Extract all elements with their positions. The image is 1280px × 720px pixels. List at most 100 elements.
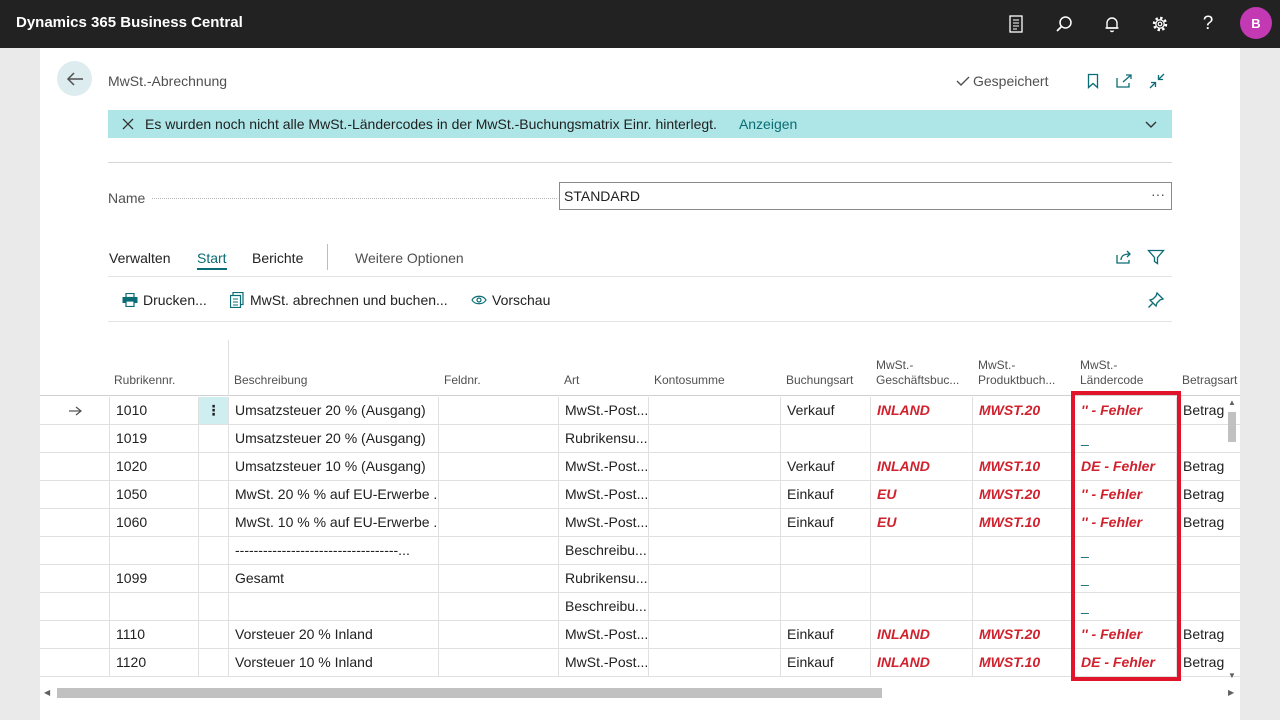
cell-produktbuchungsgruppe[interactable]: MWST.10 [972, 509, 1074, 536]
cell-rubrikennr[interactable]: 1099 [109, 565, 199, 592]
cell-rubrikennr[interactable]: 1050 [109, 481, 199, 508]
cell-rubrikennr[interactable]: 1110 [109, 621, 199, 648]
cell-art[interactable]: MwSt.-Post... [558, 509, 648, 536]
cell-produktbuchungsgruppe[interactable]: MWST.10 [972, 649, 1074, 676]
cell-geschaeftsbuchungsgruppe[interactable] [870, 593, 972, 620]
cell-laendercode[interactable]: DE - Fehler [1074, 453, 1176, 480]
row-menu[interactable]: ⋮ [198, 397, 228, 424]
cell-laendercode[interactable]: _ [1074, 565, 1176, 592]
cell-art[interactable]: Rubrikensu... [558, 425, 648, 452]
cell-rubrikennr[interactable]: 1120 [109, 649, 199, 676]
filter-icon[interactable] [1145, 246, 1167, 268]
cell-feldnr[interactable] [438, 593, 558, 620]
cell-rubrikennr[interactable] [109, 537, 199, 564]
cell-feldnr[interactable] [438, 537, 558, 564]
row-indicator[interactable] [40, 565, 110, 592]
bookmark-icon[interactable] [1082, 70, 1104, 92]
lookup-button[interactable]: ··· [1151, 186, 1165, 202]
row-menu[interactable] [198, 453, 228, 480]
row-indicator[interactable] [40, 621, 110, 648]
cell-beschreibung[interactable]: Gesamt [228, 565, 438, 592]
cell-beschreibung[interactable]: Umsatzsteuer 20 % (Ausgang) [228, 397, 438, 424]
cell-kontosumme[interactable] [648, 593, 780, 620]
cell-kontosumme[interactable] [648, 509, 780, 536]
cell-art[interactable]: Beschreibu... [558, 537, 648, 564]
cell-laendercode[interactable]: '' - Fehler [1074, 621, 1176, 648]
tab-berichte[interactable]: Berichte [252, 250, 303, 266]
cell-beschreibung[interactable]: Vorsteuer 20 % Inland [228, 621, 438, 648]
scroll-up-arrow-icon[interactable]: ▲ [1228, 398, 1236, 407]
table-row[interactable]: 1120 Vorsteuer 10 % Inland MwSt.-Post... Ei… [40, 649, 1240, 677]
cell-feldnr[interactable] [438, 397, 558, 424]
cell-produktbuchungsgruppe[interactable] [972, 565, 1074, 592]
more-options-icon[interactable]: ⋮ [207, 402, 221, 418]
row-indicator[interactable] [40, 425, 110, 452]
row-indicator[interactable] [40, 537, 110, 564]
table-row[interactable]: 1099 Gesamt Rubrikensu... _ [40, 565, 1240, 593]
cell-produktbuchungsgruppe[interactable] [972, 537, 1074, 564]
cell-laendercode[interactable]: '' - Fehler [1074, 509, 1176, 536]
cell-produktbuchungsgruppe[interactable]: MWST.20 [972, 481, 1074, 508]
help-icon[interactable]: ? [1196, 12, 1220, 36]
cell-buchungsart[interactable] [780, 565, 870, 592]
cell-kontosumme[interactable] [648, 621, 780, 648]
cell-feldnr[interactable] [438, 481, 558, 508]
cell-kontosumme[interactable] [648, 425, 780, 452]
cell-rubrikennr[interactable]: 1060 [109, 509, 199, 536]
cell-produktbuchungsgruppe[interactable]: MWST.20 [972, 397, 1074, 424]
cell-geschaeftsbuchungsgruppe[interactable]: EU [870, 509, 972, 536]
cell-geschaeftsbuchungsgruppe[interactable]: INLAND [870, 649, 972, 676]
table-row[interactable]: -----------------------------------... Be… [40, 537, 1240, 565]
row-indicator[interactable] [40, 453, 110, 480]
tab-verwalten[interactable]: Verwalten [109, 250, 170, 266]
row-menu[interactable] [198, 649, 228, 676]
cell-beschreibung[interactable]: -----------------------------------... [228, 537, 438, 564]
scrollbar-thumb[interactable] [57, 688, 882, 698]
cell-art[interactable]: MwSt.-Post... [558, 397, 648, 424]
name-input[interactable]: STANDARD ··· [559, 182, 1172, 210]
cell-rubrikennr[interactable]: 1020 [109, 453, 199, 480]
col-header-buchungsart[interactable]: Buchungsart [786, 373, 853, 388]
cell-art[interactable]: MwSt.-Post... [558, 649, 648, 676]
app-title[interactable]: Dynamics 365 Business Central [16, 14, 243, 31]
row-menu[interactable] [198, 481, 228, 508]
pin-icon[interactable] [1145, 289, 1167, 311]
row-menu[interactable] [198, 565, 228, 592]
scroll-left-arrow-icon[interactable]: ◀ [44, 688, 50, 697]
open-in-new-window-icon[interactable] [1113, 70, 1135, 92]
cell-produktbuchungsgruppe[interactable] [972, 593, 1074, 620]
cell-beschreibung[interactable]: Umsatzsteuer 10 % (Ausgang) [228, 453, 438, 480]
gear-icon[interactable] [1148, 12, 1172, 36]
table-row[interactable]: 1010 ⋮ Umsatzsteuer 20 % (Ausgang) MwSt.-Po… [40, 397, 1240, 425]
cell-kontosumme[interactable] [648, 453, 780, 480]
cell-buchungsart[interactable]: Verkauf [780, 453, 870, 480]
cell-laendercode[interactable]: DE - Fehler [1074, 649, 1176, 676]
cell-geschaeftsbuchungsgruppe[interactable]: INLAND [870, 397, 972, 424]
tab-weitere-optionen[interactable]: Weitere Optionen [355, 250, 464, 266]
cell-art[interactable]: MwSt.-Post... [558, 453, 648, 480]
col-header-laendercode[interactable]: MwSt.- Ländercode [1080, 358, 1143, 388]
row-indicator[interactable] [40, 593, 110, 620]
cell-beschreibung[interactable]: MwSt. 20 % % auf EU-Erwerbe ... [228, 481, 438, 508]
cell-buchungsart[interactable]: Einkauf [780, 649, 870, 676]
cell-laendercode[interactable]: '' - Fehler [1074, 481, 1176, 508]
cell-feldnr[interactable] [438, 621, 558, 648]
cell-feldnr[interactable] [438, 649, 558, 676]
cell-art[interactable]: MwSt.-Post... [558, 621, 648, 648]
scroll-down-arrow-icon[interactable]: ▼ [1228, 671, 1236, 680]
print-button[interactable]: Drucken... [122, 292, 207, 308]
col-header-kontosumme[interactable]: Kontosumme [654, 373, 725, 388]
cell-beschreibung[interactable]: Vorsteuer 10 % Inland [228, 649, 438, 676]
search-icon[interactable] [1052, 12, 1076, 36]
cell-buchungsart[interactable]: Einkauf [780, 481, 870, 508]
back-button[interactable] [57, 61, 92, 96]
col-header-beschreibung[interactable]: Beschreibung [234, 373, 307, 388]
cell-laendercode[interactable]: _ [1074, 593, 1176, 620]
cell-beschreibung[interactable]: Umsatzsteuer 20 % (Ausgang) [228, 425, 438, 452]
col-header-rubrikennr[interactable]: Rubrikennr. [114, 373, 175, 388]
cell-buchungsart[interactable]: Verkauf [780, 397, 870, 424]
cell-laendercode[interactable]: _ [1074, 425, 1176, 452]
col-header-geschaeftsbuchungsgruppe[interactable]: MwSt.- Geschäftsbuc... [876, 358, 959, 388]
collapse-icon[interactable] [1146, 70, 1168, 92]
cell-feldnr[interactable] [438, 565, 558, 592]
